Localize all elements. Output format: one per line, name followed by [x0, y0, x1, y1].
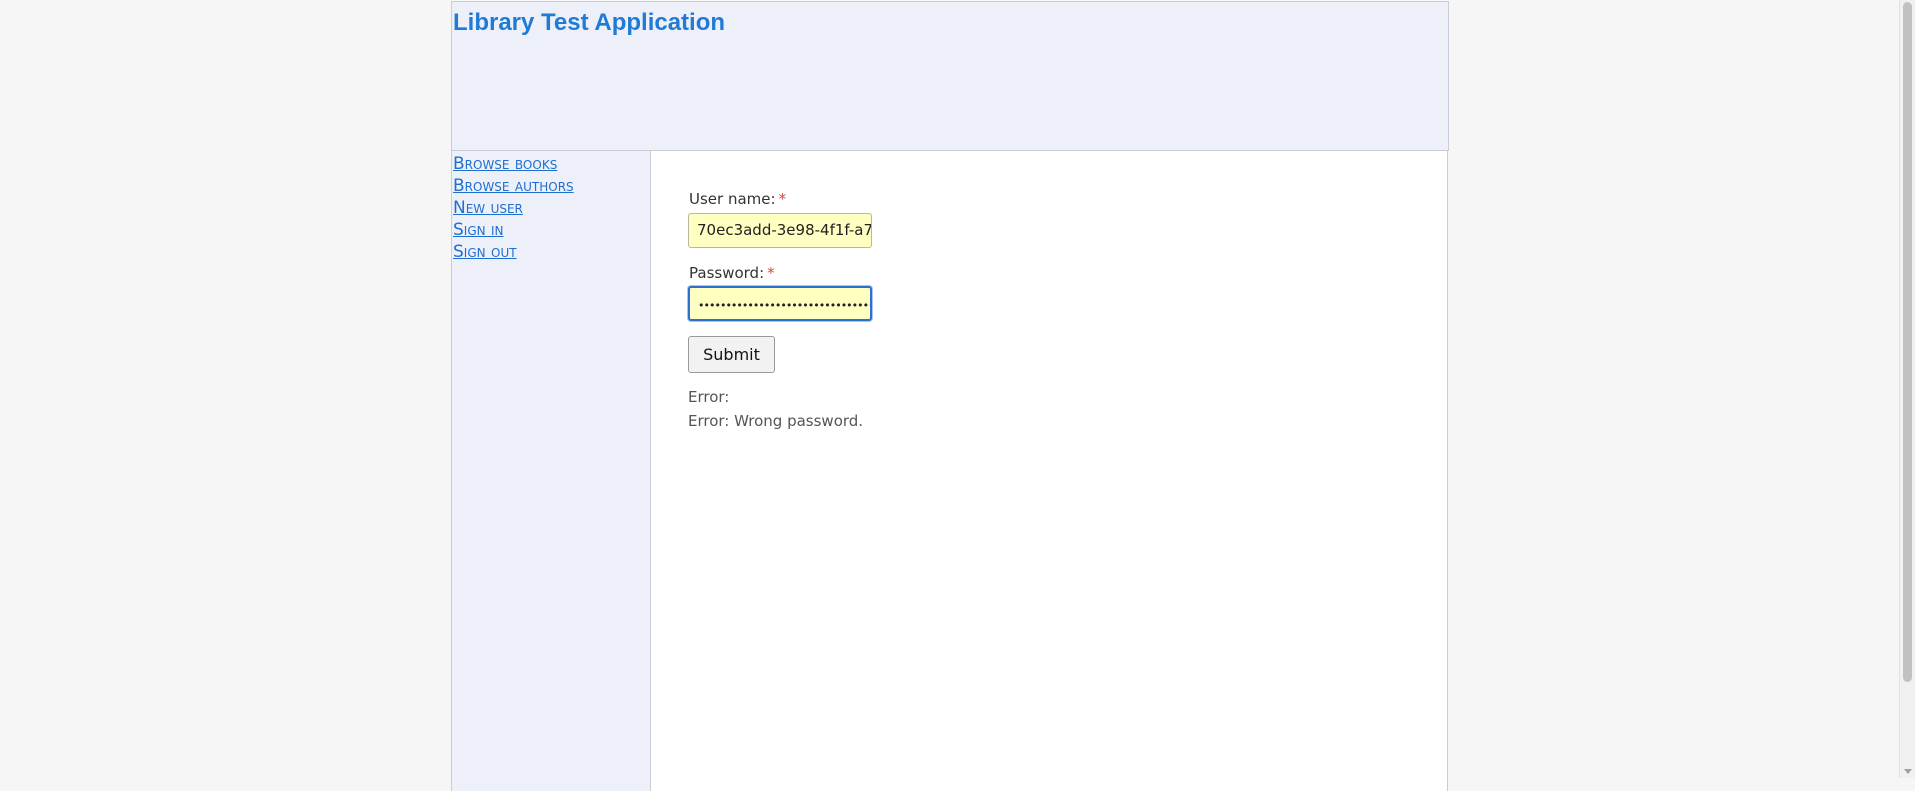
password-input[interactable]: ••••••••••••••••••••••••••••••••••••	[688, 286, 872, 321]
required-marker: *	[767, 264, 775, 282]
username-input[interactable]: 70ec3add-3e98-4f1f-a7	[688, 213, 872, 248]
error-message-detail: Error: Wrong password.	[688, 412, 864, 430]
username-label: User name: *	[689, 190, 786, 208]
app-title: Library Test Application	[453, 9, 726, 36]
sidebar: Browse books Browse authors New user Sig…	[451, 151, 651, 791]
page: Library Test Application Browse books Br…	[451, 0, 1449, 791]
password-input-value: ••••••••••••••••••••••••••••••••••••	[698, 299, 870, 312]
scrollbar-thumb[interactable]	[1903, 2, 1912, 682]
sidebar-item-new-user[interactable]: New user	[453, 198, 523, 218]
username-input-value: 70ec3add-3e98-4f1f-a7	[697, 221, 872, 239]
sidebar-item-browse-books[interactable]: Browse books	[453, 154, 557, 174]
sidebar-item-sign-out[interactable]: Sign out	[453, 242, 517, 262]
header: Library Test Application	[451, 1, 1449, 151]
main-content: User name: * 70ec3add-3e98-4f1f-a7 Passwo…	[651, 151, 1448, 791]
username-label-text: User name:	[689, 190, 776, 208]
error-message: Error:	[688, 388, 730, 406]
sidebar-item-sign-in[interactable]: Sign in	[453, 220, 504, 240]
vertical-scrollbar[interactable]	[1899, 0, 1915, 778]
required-marker: *	[778, 190, 787, 208]
scroll-down-arrow-icon[interactable]	[1904, 769, 1912, 774]
password-label-text: Password:	[689, 264, 765, 282]
sidebar-item-browse-authors[interactable]: Browse authors	[453, 176, 574, 196]
submit-button[interactable]: Submit	[688, 336, 775, 373]
password-label: Password: *	[689, 264, 775, 282]
